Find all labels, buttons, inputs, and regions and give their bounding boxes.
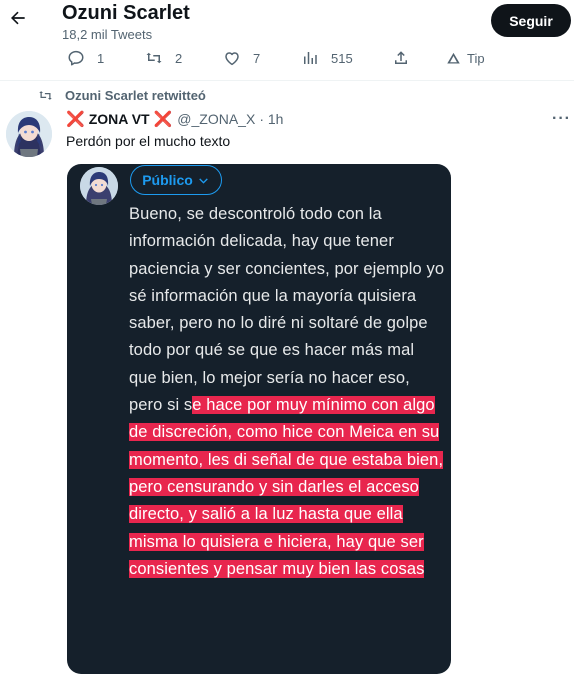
tweet-media-image[interactable]: Público Bueno, se descontroló todo con l… (67, 164, 451, 674)
retweet-icon (146, 52, 162, 64)
cross-mark-icon: ❌ (66, 111, 85, 128)
retweet-icon (39, 91, 52, 100)
retweet-button[interactable]: 2 (145, 44, 182, 72)
media-text-plain: Bueno, se descontroló todo con la inform… (129, 205, 445, 415)
audience-label: Público (142, 172, 193, 188)
arrow-left-icon (11, 11, 25, 25)
reply-button[interactable]: 1 (67, 44, 104, 72)
avatar-illustration (80, 167, 118, 205)
back-button[interactable] (6, 6, 30, 30)
tweet-time[interactable]: · 1h (259, 111, 283, 127)
tip-icon (447, 52, 460, 63)
views-button[interactable]: 515 (301, 44, 353, 72)
reply-count: 1 (97, 50, 105, 66)
media-avatar (80, 167, 118, 205)
chevron-down-icon (199, 177, 208, 184)
tip-label: Tip (467, 50, 485, 66)
heart-icon (225, 52, 239, 66)
retweet-count: 2 (175, 50, 183, 66)
tip-button[interactable]: Tip (446, 44, 485, 72)
like-button[interactable]: 7 (223, 44, 260, 72)
view-count: 515 (331, 50, 353, 66)
tweet-count: 18,2 mil Tweets (62, 27, 153, 42)
retweet-banner[interactable]: Ozuni Scarlet retwitteó (38, 88, 206, 103)
tweet-text: Perdón por el mucho texto (66, 133, 231, 149)
share-button[interactable] (392, 44, 410, 72)
cross-mark-icon: ❌ (153, 111, 173, 128)
like-count: 7 (253, 50, 261, 66)
retweet-banner-text: Ozuni Scarlet retwitteó (65, 88, 206, 103)
follow-button[interactable]: Seguir (491, 4, 571, 37)
author-name[interactable]: ZONA VT (89, 111, 150, 127)
audience-pill: Público (130, 165, 222, 195)
tweet-actions-bar: 1 2 7 515 Tip (0, 44, 574, 72)
profile-name: Ozuni Scarlet (62, 2, 190, 24)
profile-header: Ozuni Scarlet 18,2 mil Tweets Seguir (0, 0, 574, 42)
author-avatar[interactable] (6, 111, 52, 157)
author-handle[interactable]: @_ZONA_X (177, 111, 255, 127)
reply-icon (68, 50, 84, 66)
tweet-header: ❌ ZONA VT ❌ @_ZONA_X · 1h (66, 110, 283, 128)
media-text-highlighted: e hace por muy mínimo con algo de discre… (129, 396, 444, 578)
divider (0, 80, 574, 81)
bar-chart-icon (304, 52, 317, 64)
media-text: Bueno, se descontroló todo con la inform… (129, 201, 445, 583)
avatar-illustration (6, 111, 52, 157)
more-options-button[interactable]: ··· (552, 110, 571, 128)
share-icon (395, 51, 407, 64)
